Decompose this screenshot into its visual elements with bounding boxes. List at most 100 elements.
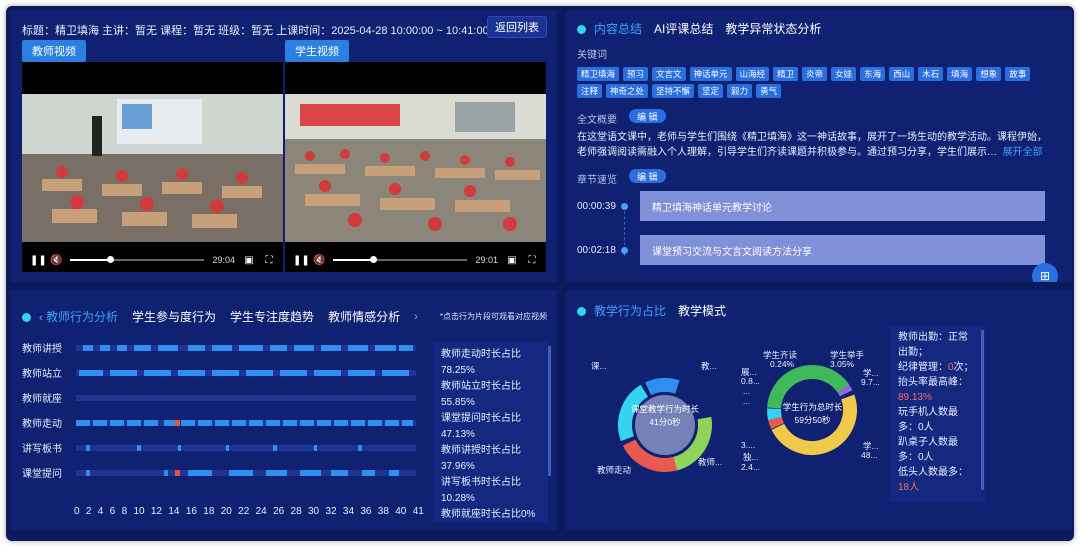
behavior-segment[interactable] (212, 370, 240, 376)
behavior-segment[interactable] (229, 470, 253, 476)
student-video-label[interactable]: 学生视频 (285, 40, 349, 62)
apps-grid-button[interactable]: ⊞ (1032, 263, 1058, 282)
behavior-segment[interactable] (266, 470, 287, 476)
keyword-tag[interactable]: 东海 (860, 67, 886, 81)
teacher-video-player[interactable]: ❚❚ 🔇 29:04 ▣ ⛶ (22, 62, 283, 272)
behavior-segment[interactable] (144, 370, 172, 376)
keyword-tag[interactable]: 注释 (577, 84, 603, 98)
behavior-segment[interactable] (93, 420, 107, 426)
behavior-segment[interactable] (198, 420, 212, 426)
behavior-track[interactable] (76, 370, 416, 376)
behavior-segment[interactable] (232, 420, 246, 426)
behavior-segment[interactable] (137, 445, 141, 451)
keyword-tag[interactable]: 炎帝 (802, 67, 828, 81)
behavior-segment[interactable] (382, 370, 410, 376)
behavior-segment[interactable] (388, 470, 399, 476)
behavior-segment[interactable] (76, 420, 90, 426)
behavior-segment[interactable] (300, 470, 321, 476)
behavior-segment[interactable] (317, 420, 331, 426)
keyword-tag[interactable]: 山海经 (735, 67, 770, 81)
keyword-tag[interactable]: 想象 (976, 67, 1002, 81)
behavior-segment[interactable] (178, 370, 206, 376)
behavior-segment[interactable] (348, 345, 369, 351)
behavior-track[interactable] (76, 345, 416, 351)
behavior-segment[interactable] (225, 445, 229, 451)
keyword-tag[interactable]: 文言文 (652, 67, 686, 81)
expand-all-link[interactable]: 展开全部 (1003, 147, 1043, 158)
behavior-segment[interactable] (127, 420, 141, 426)
keyword-tag[interactable]: 填海 (947, 67, 973, 81)
mute-icon[interactable]: 🔇 (50, 255, 62, 266)
keyword-tag[interactable]: 木石 (918, 67, 944, 81)
behavior-segment[interactable] (293, 345, 314, 351)
picture-in-picture-icon[interactable]: ▣ (506, 255, 518, 266)
fullscreen-icon[interactable]: ⛶ (263, 255, 275, 266)
keyword-tag[interactable]: 毅力 (727, 84, 753, 98)
behavior-segment[interactable] (385, 420, 399, 426)
behavior-segment[interactable] (246, 370, 274, 376)
keyword-tag[interactable]: 西山 (889, 67, 915, 81)
tab-teacher-emotion[interactable]: 教师情感分析 (328, 308, 400, 325)
behavior-segment[interactable] (300, 420, 314, 426)
edit-overview-button[interactable]: 编 辑 (629, 109, 666, 123)
behavior-segment[interactable] (361, 470, 376, 476)
behavior-track[interactable] (76, 395, 416, 401)
behavior-segment[interactable] (174, 470, 180, 476)
keyword-tag[interactable]: 坚定 (698, 84, 724, 98)
tab-teaching-mode[interactable]: 教学模式 (678, 302, 726, 319)
mute-icon[interactable]: 🔇 (313, 255, 325, 266)
behavior-track[interactable] (76, 445, 416, 451)
back-to-list-button[interactable]: 返回列表 (487, 16, 547, 38)
teacher-video-label[interactable]: 教师视频 (22, 40, 86, 62)
edit-chapters-button[interactable]: 编 辑 (629, 169, 666, 183)
keyword-tag[interactable]: 勇气 (756, 84, 782, 98)
behavior-segment[interactable] (283, 420, 297, 426)
behavior-segment[interactable] (331, 470, 348, 476)
chapter-item[interactable]: 课堂预习交流与文言文阅读方法分享 (640, 235, 1045, 265)
behavior-segment[interactable] (188, 470, 212, 476)
keyword-tag[interactable]: 预习 (623, 67, 649, 81)
chapter-item[interactable]: 精卫填海神话单元教学讨论 (640, 191, 1045, 221)
tab-teacher-behavior[interactable]: 教师行为分析 (46, 310, 118, 324)
student-video-player[interactable]: ❚❚ 🔇 29:01 ▣ ⛶ (285, 62, 546, 272)
pause-icon[interactable]: ❚❚ (30, 255, 47, 266)
behavior-track[interactable] (76, 420, 416, 426)
stats-scrollbar[interactable] (548, 346, 551, 476)
behavior-segment[interactable] (188, 345, 206, 351)
behavior-segment[interactable] (79, 370, 104, 376)
behavior-segment[interactable] (280, 370, 308, 376)
behavior-track[interactable] (76, 470, 416, 476)
student-progress-bar[interactable] (333, 256, 468, 263)
behavior-segment[interactable] (334, 420, 348, 426)
behavior-segment[interactable] (82, 345, 93, 351)
keyword-tag[interactable]: 坚持不懈 (652, 84, 695, 98)
behavior-segment[interactable] (269, 345, 287, 351)
pause-icon[interactable]: ❚❚ (293, 255, 310, 266)
tab-behavior-ratio[interactable]: 教学行为占比 (594, 304, 666, 318)
behavior-segment[interactable] (215, 420, 229, 426)
tab-anomaly-analysis[interactable]: 教学异常状态分析 (725, 20, 821, 37)
tab-ai-review[interactable]: AI评课总结 (654, 20, 713, 37)
keyword-tag[interactable]: 女娃 (831, 67, 857, 81)
behavior-segment[interactable] (399, 345, 413, 351)
picture-in-picture-icon[interactable]: ▣ (243, 255, 255, 266)
behavior-segment[interactable] (110, 370, 138, 376)
tab-content-summary[interactable]: 内容总结 (594, 22, 642, 36)
behavior-segment[interactable] (273, 445, 277, 451)
tab-student-focus[interactable]: 学生专注度趋势 (230, 308, 314, 325)
keyword-tag[interactable]: 神话单元 (689, 67, 732, 81)
teacher-progress-bar[interactable] (70, 256, 205, 263)
behavior-segment[interactable] (86, 445, 90, 451)
chevron-left-icon[interactable]: ‹ (39, 312, 43, 324)
chevron-right-icon[interactable]: › (414, 311, 418, 323)
keyword-tag[interactable]: 精卫填海 (577, 67, 620, 81)
behavior-segment[interactable] (157, 345, 178, 351)
behavior-segment[interactable] (358, 445, 362, 451)
behavior-segment[interactable] (249, 420, 263, 426)
behavior-segment[interactable] (368, 420, 382, 426)
behavior-segment[interactable] (174, 420, 180, 426)
behavior-segment[interactable] (402, 420, 413, 426)
behavior-segment[interactable] (164, 470, 168, 476)
info-scrollbar[interactable] (981, 330, 984, 490)
behavior-segment[interactable] (116, 345, 127, 351)
